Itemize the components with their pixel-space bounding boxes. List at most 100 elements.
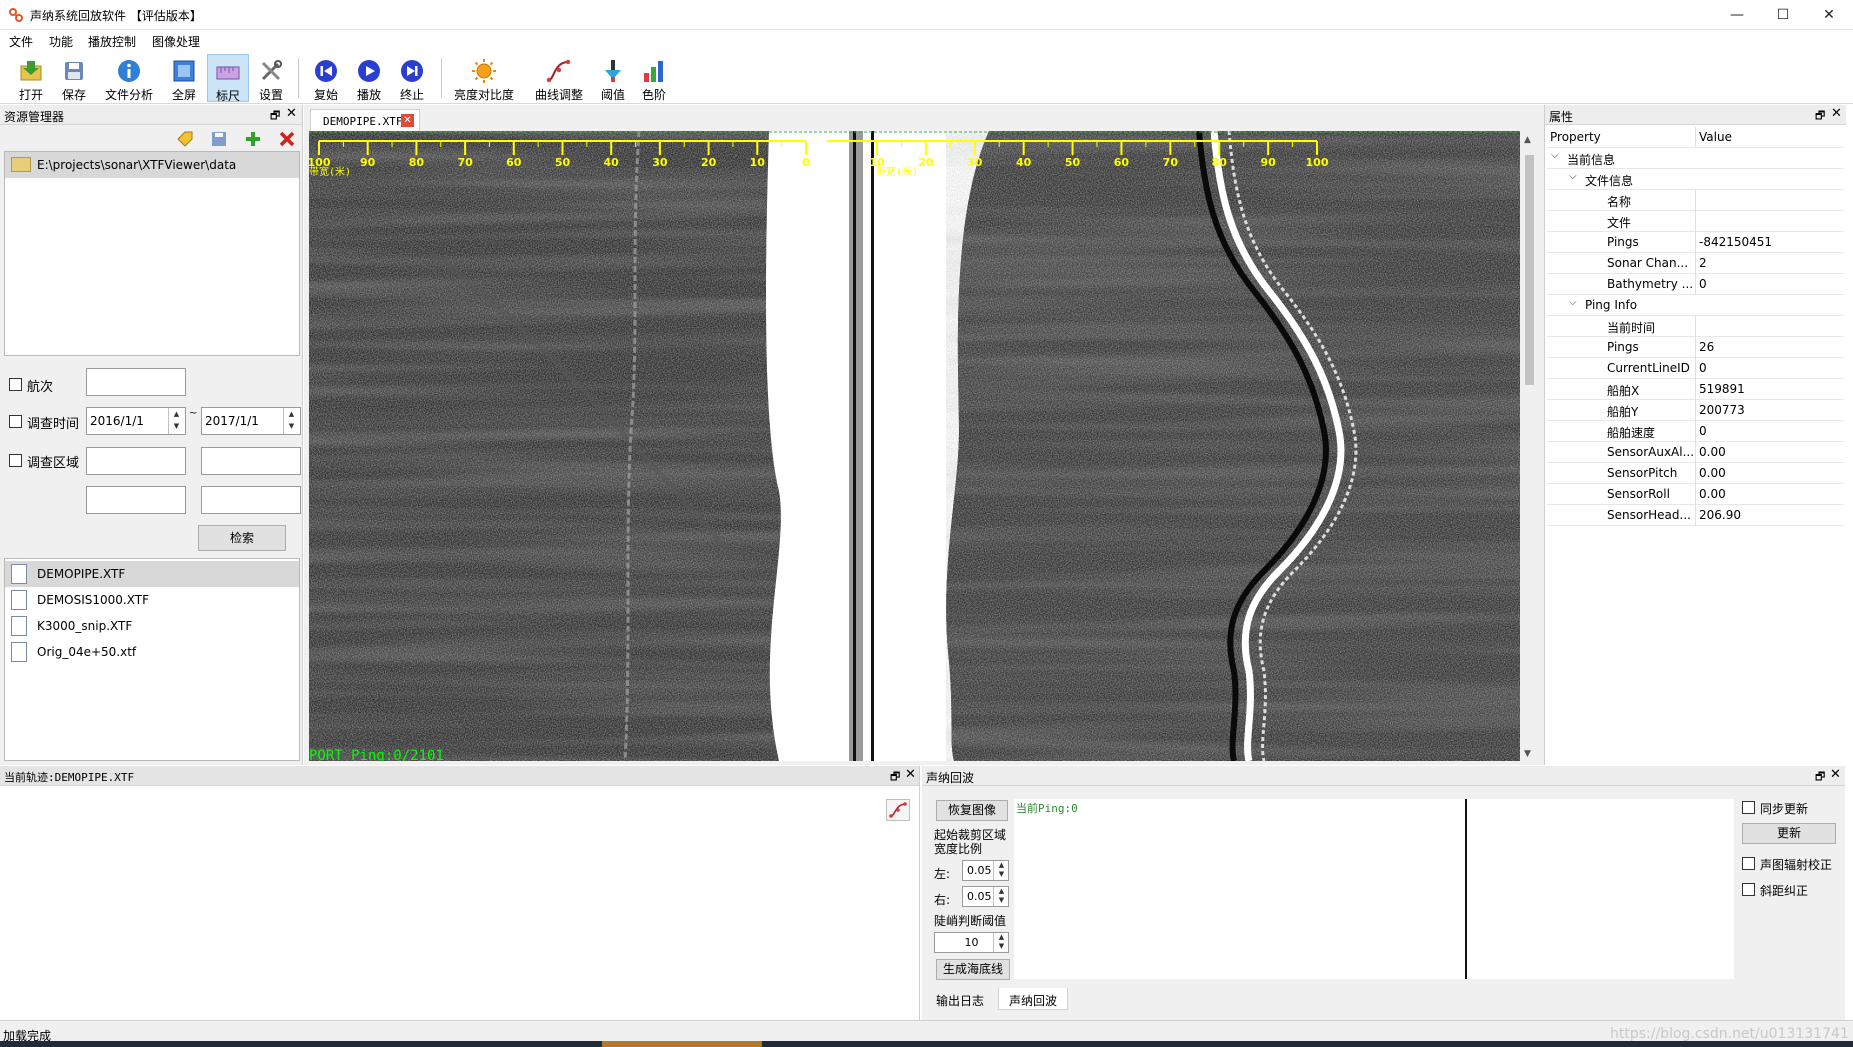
file-analysis-button[interactable]: 文件分析 [101, 54, 157, 102]
property-row[interactable]: SensorPitch 0.00 [1547, 463, 1844, 484]
threshold-spinner[interactable]: ▲ ▼ [993, 933, 1009, 952]
pin-icon[interactable]: 🗗 [1815, 107, 1825, 126]
search-button[interactable]: 检索 [198, 525, 286, 551]
scroll-down-icon[interactable]: ▼ [1524, 749, 1531, 759]
pin-icon[interactable]: 🗗 [890, 768, 900, 787]
area-min-x-input[interactable] [86, 447, 186, 475]
track-curve-button[interactable] [886, 799, 910, 821]
column-divider [1695, 463, 1696, 484]
stop-button[interactable]: 终止 [393, 54, 431, 102]
tab-sonar-echo[interactable]: 声纳回波 [998, 988, 1069, 1010]
scroll-up-icon[interactable]: ▲ [1524, 135, 1531, 145]
property-row[interactable]: Pings -842150451 [1547, 232, 1844, 253]
property-row[interactable]: CurrentLineID 0 [1547, 358, 1844, 379]
survey-time-checkbox[interactable] [9, 415, 22, 428]
pin-icon[interactable]: 🗗 [1815, 768, 1825, 787]
vertical-scrollbar[interactable]: ▲ ▼ [1521, 133, 1538, 765]
chevron-down-icon[interactable]: ⌵ [1551, 150, 1559, 161]
property-category[interactable]: ⌵ Ping Info [1547, 295, 1844, 316]
close-icon[interactable]: ✕ [905, 767, 916, 782]
menu-file[interactable]: 文件 [9, 33, 33, 50]
property-row[interactable]: Pings 26 [1547, 337, 1844, 358]
curve-adjust-button[interactable]: 曲线调整 [532, 54, 586, 102]
tab-output-log[interactable]: 输出日志 [926, 988, 994, 1010]
right-ratio-input[interactable]: 0.05 ▲ ▼ [962, 886, 1009, 907]
pin-icon[interactable]: 🗗 [270, 107, 280, 126]
property-row[interactable]: 船舶X 519891 [1547, 379, 1844, 400]
left-ratio-spinner[interactable]: ▲ ▼ [993, 861, 1009, 880]
cruise-input[interactable] [86, 368, 186, 396]
chevron-down-icon[interactable]: ⌵ [1569, 171, 1577, 182]
save-icon[interactable] [210, 130, 228, 148]
survey-area-checkbox[interactable] [9, 454, 22, 467]
open-button[interactable]: 打开 [12, 54, 50, 102]
fullscreen-button[interactable]: 全屏 [165, 54, 203, 102]
restore-image-button[interactable]: 恢复图像 [936, 800, 1008, 821]
threshold-input[interactable]: 10 ▲ ▼ [934, 932, 1009, 953]
document-tab[interactable]: DEMOPIPE.XTF ✕ [310, 109, 420, 131]
brightness-contrast-button[interactable]: 亮度对比度 [452, 54, 516, 102]
sonar-waterfall[interactable]: 100 90 80 70 60 50 40 30 20 10 0 10 20 30 40 50 60 70 80 9… [309, 131, 1520, 761]
track-panel: 当前轨迹:DEMOPIPE.XTF 🗗 ✕ [0, 766, 920, 1020]
property-row[interactable]: SensorRoll 0.00 [1547, 484, 1844, 505]
property-value: 0 [1699, 361, 1707, 375]
close-icon[interactable]: ✕ [286, 106, 297, 121]
area-min-y-input[interactable] [86, 486, 186, 514]
menu-image-processing[interactable]: 图像处理 [152, 33, 200, 50]
file-item-orig-04e[interactable]: Orig_04e+50.xtf [5, 639, 299, 665]
property-row[interactable]: 名称 [1547, 190, 1844, 211]
close-icon[interactable]: ✕ [1830, 767, 1841, 782]
property-row[interactable]: SensorHead... 206.90 [1547, 505, 1844, 526]
column-divider [1695, 379, 1696, 400]
area-max-x-input[interactable] [201, 447, 301, 475]
generate-seabed-button[interactable]: 生成海底线 [936, 959, 1010, 980]
column-divider [1695, 127, 1696, 148]
cruise-checkbox[interactable] [9, 378, 22, 391]
menu-playback[interactable]: 播放控制 [88, 33, 136, 50]
save-button[interactable]: 保存 [55, 54, 93, 102]
settings-button[interactable]: 设置 [252, 54, 290, 102]
tag-icon[interactable] [176, 130, 194, 148]
close-tab-icon[interactable]: ✕ [401, 114, 414, 127]
right-ratio-spinner[interactable]: ▲ ▼ [993, 887, 1009, 906]
chevron-down-icon[interactable]: ⌵ [1569, 297, 1577, 308]
date-to-spinner[interactable]: ▲ ▼ [283, 408, 299, 434]
property-row[interactable]: 文件 [1547, 211, 1844, 232]
maximize-button[interactable]: ☐ [1760, 0, 1806, 30]
property-row[interactable]: Sonar Chan... 2 [1547, 253, 1844, 274]
threshold-button[interactable]: 阈值 [596, 54, 630, 102]
restart-button[interactable]: 复始 [307, 54, 345, 102]
levels-button[interactable]: 色阶 [637, 54, 671, 102]
property-row[interactable]: 当前时间 [1547, 316, 1844, 337]
menu-function[interactable]: 功能 [49, 33, 73, 50]
folder-item[interactable]: E:\projects\sonar\XTFViewer\data [5, 152, 299, 178]
left-ratio-input[interactable]: 0.05 ▲ ▼ [962, 860, 1009, 881]
property-row[interactable]: Bathymetry ... 0 [1547, 274, 1844, 295]
property-row[interactable]: 船舶速度 0 [1547, 421, 1844, 442]
date-from-spinner[interactable]: ▲ ▼ [168, 408, 184, 434]
property-row[interactable]: 船舶Y 200773 [1547, 400, 1844, 421]
file-item-k3000-snip[interactable]: K3000_snip.XTF [5, 613, 299, 639]
file-item-demosis1000[interactable]: DEMOSIS1000.XTF [5, 587, 299, 613]
scroll-thumb[interactable] [1525, 155, 1534, 385]
close-button[interactable]: ✕ [1806, 0, 1852, 30]
property-category[interactable]: ⌵ 文件信息 [1547, 169, 1844, 190]
area-max-y-input[interactable] [201, 486, 301, 514]
add-icon[interactable] [244, 130, 262, 148]
explorer-header: 资源管理器 🗗 ✕ [0, 105, 302, 125]
play-button[interactable]: 播放 [350, 54, 388, 102]
minimize-button[interactable]: — [1714, 0, 1760, 30]
date-from-input[interactable]: 2016/1/1 ▲ ▼ [86, 407, 186, 435]
close-icon[interactable]: ✕ [1831, 106, 1842, 121]
ruler-button[interactable]: 标尺 [207, 54, 249, 103]
file-item-demopipe[interactable]: DEMOPIPE.XTF [5, 561, 299, 587]
radiometric-correction-checkbox[interactable] [1742, 857, 1755, 870]
echo-plot[interactable]: 当前Ping:0 [1014, 799, 1734, 979]
sync-update-checkbox[interactable] [1742, 801, 1755, 814]
delete-icon[interactable] [278, 130, 296, 148]
property-row[interactable]: SensorAuxAl... 0.00 [1547, 442, 1844, 463]
property-category[interactable]: ⌵ 当前信息 [1547, 148, 1844, 169]
date-to-input[interactable]: 2017/1/1 ▲ ▼ [201, 407, 301, 435]
slant-correction-checkbox[interactable] [1742, 883, 1755, 896]
update-button[interactable]: 更新 [1742, 823, 1836, 844]
